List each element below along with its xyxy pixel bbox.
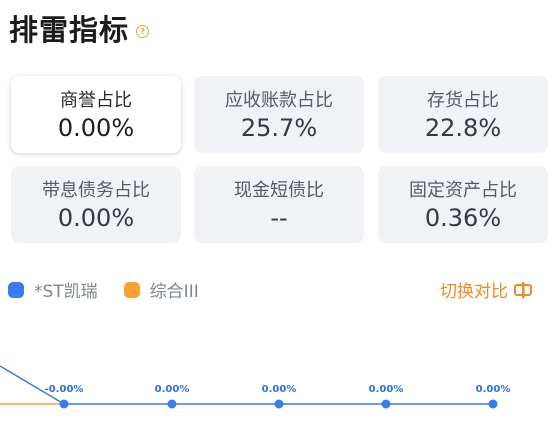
metric-card-inventory[interactable]: 存货占比 22.8% <box>378 76 548 153</box>
metric-value: 22.8% <box>424 114 502 142</box>
data-label: 0.00% <box>369 384 404 395</box>
data-labels: -0.00% 0.00% 0.00% 0.00% 0.00% <box>45 384 511 395</box>
metric-label: 存货占比 <box>427 90 499 111</box>
metric-value: 0.00% <box>57 204 135 232</box>
data-point[interactable] <box>488 399 498 409</box>
metric-card-receivables[interactable]: 应收账款占比 25.7% <box>194 76 364 153</box>
metric-label: 商誉占比 <box>60 90 132 111</box>
data-point[interactable] <box>167 399 177 409</box>
data-point[interactable] <box>274 399 284 409</box>
metric-label: 现金短债比 <box>234 180 324 201</box>
data-point[interactable] <box>381 399 391 409</box>
switch-compare-button[interactable]: 切换对比 <box>440 277 532 302</box>
data-label: 0.00% <box>476 384 511 395</box>
legend-swatch <box>8 281 24 298</box>
metric-value: -- <box>270 204 288 232</box>
switch-toggle-icon <box>514 281 532 299</box>
metric-label: 固定资产占比 <box>409 180 517 201</box>
data-label: 0.00% <box>155 384 190 395</box>
metric-card-cash-short-debt[interactable]: 现金短债比 -- <box>194 166 364 243</box>
metric-card-interest-debt[interactable]: 带息债务占比 0.00% <box>11 166 181 243</box>
metric-value: 0.00% <box>57 114 135 142</box>
legend-item-company[interactable]: *ST凯瑞 <box>8 277 98 302</box>
data-label: 0.00% <box>262 384 297 395</box>
switch-label: 切换对比 <box>440 282 508 302</box>
header: 排雷指标 ? <box>9 8 150 48</box>
metric-card-goodwill[interactable]: 商誉占比 0.00% <box>11 76 181 153</box>
legend-item-industry[interactable]: 综合III <box>123 277 199 302</box>
metric-value: 25.7% <box>240 114 318 142</box>
question-circle-icon[interactable]: ? <box>136 24 150 38</box>
legend-label: 综合III <box>149 282 199 302</box>
line-chart: -0.00% 0.00% 0.00% 0.00% 0.00% <box>0 365 511 409</box>
metric-label: 带息债务占比 <box>42 180 150 201</box>
metric-card-fixed-assets[interactable]: 固定资产占比 0.36% <box>378 166 548 243</box>
metric-value: 0.36% <box>424 204 502 232</box>
chart-legend: *ST凯瑞 综合III <box>8 277 225 302</box>
legend-label: *ST凯瑞 <box>34 282 98 302</box>
data-label: -0.00% <box>45 384 84 395</box>
legend-swatch <box>123 281 140 298</box>
data-point[interactable] <box>59 399 69 409</box>
page-title: 排雷指标 <box>9 13 130 47</box>
metric-label: 应收账款占比 <box>225 90 333 111</box>
